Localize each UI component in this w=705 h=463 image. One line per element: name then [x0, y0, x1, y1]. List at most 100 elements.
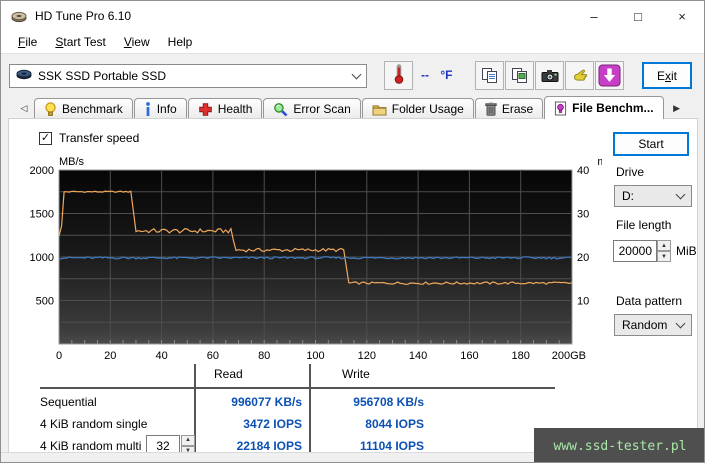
svg-text:160: 160 [460, 350, 478, 362]
svg-text:1500: 1500 [30, 209, 54, 221]
trash-icon [485, 102, 497, 116]
chevron-down-icon [351, 69, 362, 79]
temperature-button[interactable] [384, 61, 413, 90]
copy-image-button[interactable] [505, 61, 534, 90]
tab-folder-usage[interactable]: Folder Usage [361, 98, 474, 119]
write-column-header: Write [342, 367, 370, 381]
hand-icon [572, 68, 588, 84]
svg-text:80: 80 [258, 350, 270, 362]
tab-erase[interactable]: Erase [474, 98, 544, 119]
window-title: HD Tune Pro 6.10 [35, 9, 132, 23]
menu-start-test[interactable]: Start Test [46, 33, 114, 51]
toolbar: SSK SSD Portable SSD -- °F Ex it [1, 53, 704, 96]
drive-select-value: D: [622, 189, 634, 203]
copy-image-icon [511, 67, 528, 84]
svg-text:2000: 2000 [30, 165, 54, 177]
results-table: Read Write Sequential 996077 KB/s 956708 K… [32, 362, 577, 456]
tab-label: Health [217, 102, 253, 116]
donate-button[interactable] [565, 61, 594, 90]
svg-text:500: 500 [36, 296, 54, 308]
tab-strip: ◁ Benchmark Info Health Error Scan Folder Us… [1, 96, 704, 119]
maximize-button[interactable]: □ [616, 1, 660, 31]
read-value: 996077 KB/s [231, 395, 302, 409]
svg-text:100: 100 [306, 350, 324, 362]
svg-text:120: 120 [358, 350, 376, 362]
drive-select[interactable]: D: [614, 185, 692, 207]
tab-scroll-left[interactable]: ◁ [15, 99, 33, 118]
svg-text:40: 40 [155, 350, 167, 362]
svg-text:40: 40 [577, 165, 589, 177]
drive-disk-icon [16, 69, 32, 83]
file-length-input[interactable]: 20000 [613, 240, 657, 262]
file-benchmark-icon [554, 101, 567, 116]
write-value: 8044 IOPS [365, 417, 424, 431]
exit-button[interactable]: Ex it [642, 62, 692, 89]
column-divider [309, 364, 311, 452]
folder-icon [372, 103, 387, 116]
header-divider [40, 387, 555, 389]
tab-error-scan[interactable]: Error Scan [263, 98, 361, 119]
temperature-unit: °F [440, 68, 453, 82]
svg-text:200GB: 200GB [552, 350, 586, 362]
temperature-value: -- [421, 68, 429, 82]
chevron-down-icon [675, 189, 686, 199]
thermometer-icon [393, 63, 405, 88]
svg-text:1000: 1000 [30, 252, 54, 264]
transfer-speed-chart: MB/sms2000150010005004030201002040608010… [17, 152, 613, 362]
health-cross-icon [198, 102, 213, 117]
start-button[interactable]: Start [613, 132, 689, 156]
transfer-speed-label: Transfer speed [59, 131, 140, 145]
transfer-speed-checkbox[interactable]: ✓ [39, 131, 52, 145]
tab-scroll-right[interactable]: ▶ [668, 99, 686, 118]
lightbulb-icon [44, 101, 57, 117]
copy-text-button[interactable] [475, 61, 504, 90]
data-pattern-select[interactable]: Random [614, 314, 692, 336]
minimize-button[interactable]: – [572, 1, 616, 31]
tab-label: Error Scan [293, 102, 351, 116]
tab-health[interactable]: Health [187, 98, 263, 119]
menu-view[interactable]: View [115, 33, 159, 51]
drive-label: Drive [616, 165, 645, 179]
save-results-button[interactable] [595, 61, 624, 90]
file-length-unit: MiB [676, 244, 697, 258]
close-button[interactable]: × [660, 1, 704, 31]
app-disk-icon [11, 10, 27, 23]
svg-text:140: 140 [409, 350, 427, 362]
tab-label: Erase [501, 102, 534, 116]
file-length-stepper: ▲ ▼ [657, 240, 671, 262]
write-value: 11104 IOPS [359, 439, 424, 453]
tab-label: Benchmark [62, 102, 123, 116]
title-bar: HD Tune Pro 6.10 – □ × [1, 1, 704, 31]
svg-text:20: 20 [577, 252, 589, 264]
read-value: 22184 IOPS [236, 439, 302, 453]
menu-help[interactable]: Help [159, 33, 202, 51]
file-length-label: File length [616, 218, 672, 232]
camera-icon [541, 69, 559, 83]
tab-file-benchm[interactable]: File Benchm... [544, 96, 664, 119]
start-button-label: Start [638, 137, 664, 151]
menu-bar: File Start Test View Help [1, 31, 704, 53]
tab-label: Folder Usage [391, 102, 464, 116]
write-value: 956708 KB/s [353, 395, 424, 409]
menu-file[interactable]: File [9, 33, 46, 51]
read-column-header: Read [214, 367, 243, 381]
device-selector[interactable]: SSK SSD Portable SSD [9, 64, 367, 88]
tab-benchmark[interactable]: Benchmark [34, 98, 133, 119]
tab-info[interactable]: Info [133, 98, 187, 119]
svg-text:MB/s: MB/s [59, 156, 85, 168]
tab-label: File Benchm... [572, 101, 654, 115]
magnifier-icon [273, 102, 288, 117]
toolbar-buttons [475, 61, 624, 90]
stepper-down-button[interactable]: ▼ [657, 251, 671, 262]
device-selector-value: SSK SSD Portable SSD [38, 69, 167, 83]
watermark: www.ssd-tester.pl [534, 428, 704, 462]
temperature-readout: -- °F [421, 68, 452, 82]
svg-text:60: 60 [207, 350, 219, 362]
stepper-up-button[interactable]: ▲ [657, 240, 671, 251]
window-controls: – □ × [572, 1, 704, 31]
svg-text:ms: ms [597, 156, 602, 168]
file-length-value: 20000 [618, 244, 652, 258]
screenshot-button[interactable] [535, 61, 564, 90]
tab-label: Info [156, 102, 177, 116]
svg-text:10: 10 [577, 296, 589, 308]
